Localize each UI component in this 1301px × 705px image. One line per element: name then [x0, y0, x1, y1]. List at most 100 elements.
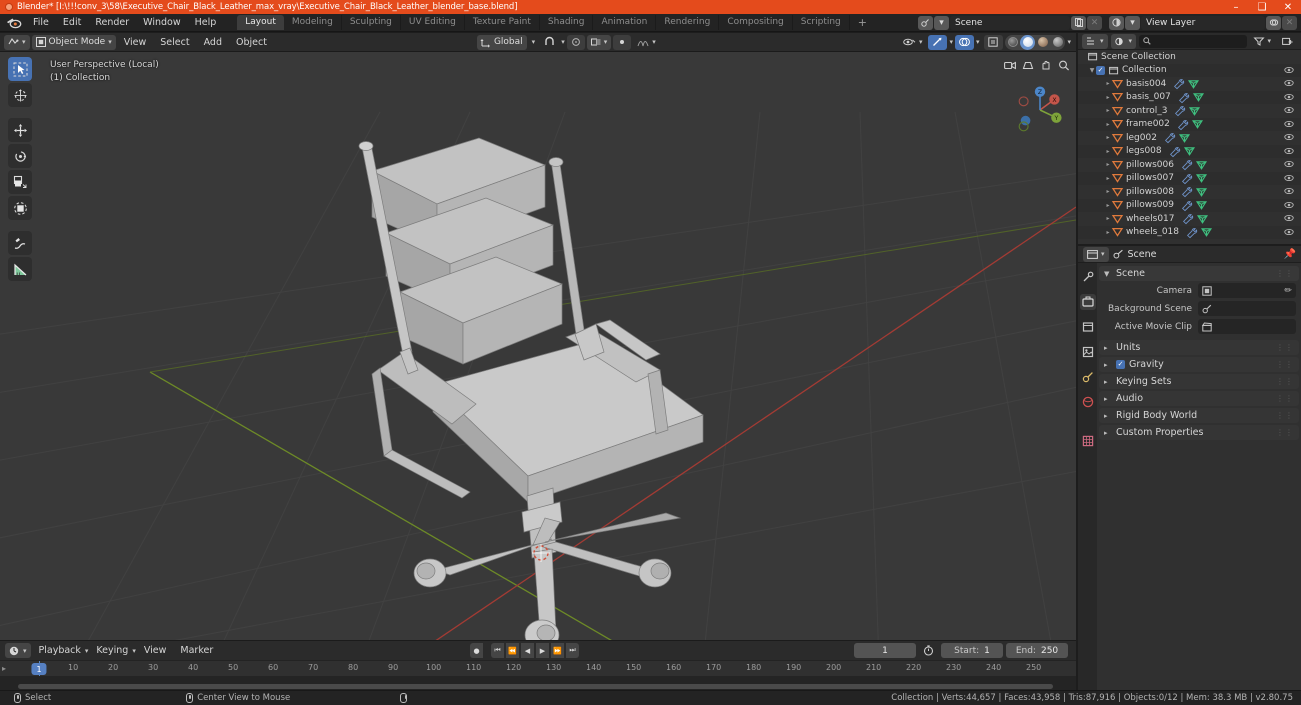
shading-wireframe-button[interactable]	[1005, 35, 1020, 50]
outliner-object-row[interactable]: ▸ leg002	[1078, 131, 1301, 145]
new-scene-button[interactable]	[1071, 15, 1086, 30]
eyedropper-icon[interactable]: ✏	[1284, 286, 1292, 296]
toggle-camera-view-icon[interactable]	[1003, 59, 1016, 72]
tab-uv-editing[interactable]: UV Editing	[401, 15, 465, 30]
panel-drag-grip[interactable]: ⋮⋮	[1276, 269, 1294, 278]
object-visibility-eye-icon[interactable]	[1284, 79, 1294, 87]
tab-animation[interactable]: Animation	[593, 15, 657, 30]
menu-render[interactable]: Render	[88, 15, 136, 31]
play-reverse-button[interactable]: ◀	[521, 643, 534, 658]
close-button[interactable]: ✕	[1275, 0, 1301, 14]
tab-rendering[interactable]: Rendering	[656, 15, 720, 30]
snap-target-button[interactable]	[566, 34, 585, 50]
jump-to-start-button[interactable]: ⏮	[491, 643, 504, 658]
active-movie-clip-field[interactable]	[1198, 319, 1296, 334]
outliner-object-row[interactable]: ▸ pillows009	[1078, 198, 1301, 212]
panel-rigid-body-world-disclosure-icon[interactable]: ▸	[1104, 412, 1112, 420]
tab-compositing[interactable]: Compositing	[719, 15, 793, 30]
panel-drag-grip[interactable]: ⋮⋮	[1276, 394, 1294, 403]
shading-solid-button[interactable]	[1020, 34, 1036, 50]
tool-measure[interactable]	[8, 257, 32, 281]
panel-units-disclosure-icon[interactable]: ▸	[1104, 344, 1112, 352]
object-visibility-eye-icon[interactable]	[1284, 187, 1294, 195]
new-view-layer-button[interactable]	[1266, 15, 1281, 30]
outliner-object-row[interactable]: ▸ legs008	[1078, 144, 1301, 158]
background-scene-field[interactable]	[1198, 301, 1296, 316]
zoom-view-icon[interactable]	[1057, 59, 1070, 72]
object-visibility-eye-icon[interactable]	[1284, 147, 1294, 155]
move-view-hand-icon[interactable]	[1039, 59, 1052, 72]
timeline-body[interactable]	[0, 676, 1076, 690]
collection-visibility-eye-icon[interactable]	[1284, 66, 1294, 74]
camera-field[interactable]: ✏	[1198, 283, 1296, 298]
tool-move[interactable]	[8, 118, 32, 142]
panel-gravity[interactable]: ▸ ✓ Gravity ⋮⋮	[1099, 357, 1299, 372]
timeline-menu-view[interactable]: View	[138, 645, 173, 656]
outliner-filter-icon[interactable]: ▾	[1250, 34, 1275, 49]
object-visibility-eye-icon[interactable]	[1284, 133, 1294, 141]
tab-scene[interactable]	[1080, 369, 1096, 385]
outliner-collection-row[interactable]: ▼ ✓ Collection	[1078, 63, 1301, 77]
tab-shading[interactable]: Shading	[540, 15, 594, 30]
outliner-object-row[interactable]: ▸ pillows007	[1078, 171, 1301, 185]
tab-view-layer[interactable]	[1080, 344, 1096, 360]
maximize-button[interactable]: ❑	[1249, 0, 1275, 14]
visibility-filter-icon[interactable]: ▾	[899, 35, 927, 50]
tool-annotate[interactable]	[8, 231, 32, 255]
proportional-falloff-icon[interactable]: ▾	[633, 35, 660, 50]
viewport-menu-view[interactable]: View	[118, 37, 153, 48]
play-button[interactable]: ▶	[536, 643, 549, 658]
tool-rotate[interactable]	[8, 144, 32, 168]
outliner-object-row[interactable]: ▸ control_3	[1078, 104, 1301, 118]
tab-world[interactable]	[1080, 394, 1096, 410]
viewport-menu-add[interactable]: Add	[198, 37, 228, 48]
viewport-menu-select[interactable]: Select	[154, 37, 195, 48]
panel-rigid-body-world[interactable]: ▸ Rigid Body World ⋮⋮	[1099, 408, 1299, 423]
panel-gravity-disclosure-icon[interactable]: ▸	[1104, 361, 1112, 369]
object-disclosure-icon[interactable]: ▸	[1104, 202, 1112, 209]
tool-select-box[interactable]	[8, 57, 32, 81]
tab-render[interactable]	[1079, 294, 1096, 310]
toggle-perspective-icon[interactable]	[1021, 59, 1034, 72]
playhead-frame-badge[interactable]: 1	[31, 663, 47, 675]
object-disclosure-icon[interactable]: ▸	[1104, 229, 1112, 236]
xray-toggle[interactable]	[984, 34, 1004, 50]
outliner-editor-type-button[interactable]: ▾	[1082, 33, 1108, 49]
outliner-object-row[interactable]: ▸ frame002	[1078, 117, 1301, 131]
tab-texture[interactable]	[1080, 433, 1096, 449]
object-visibility-eye-icon[interactable]	[1284, 201, 1294, 209]
object-disclosure-icon[interactable]: ▸	[1104, 94, 1112, 101]
tab-texture-paint[interactable]: Texture Paint	[465, 15, 540, 30]
collection-disclosure-triangle-icon[interactable]: ▼	[1088, 67, 1096, 74]
tool-transform[interactable]	[8, 196, 32, 220]
panel-audio[interactable]: ▸ Audio ⋮⋮	[1099, 391, 1299, 406]
panel-units[interactable]: ▸ Units ⋮⋮	[1099, 340, 1299, 355]
previous-keyframe-button[interactable]: ⏪	[506, 643, 519, 658]
record-keyframes-button[interactable]: ●	[470, 643, 483, 658]
view-layer-icon[interactable]	[1109, 15, 1124, 30]
object-disclosure-icon[interactable]: ▸	[1104, 121, 1112, 128]
outliner-object-row[interactable]: ▸ wheels_018	[1078, 225, 1301, 239]
panel-custom-properties-disclosure-icon[interactable]: ▸	[1104, 429, 1112, 437]
panel-keying-sets[interactable]: ▸ Keying Sets ⋮⋮	[1099, 374, 1299, 389]
tab-layout[interactable]: Layout	[237, 15, 284, 30]
timeline-menu-keying[interactable]: Keying	[90, 645, 134, 656]
scene-name-field[interactable]: Scene	[950, 15, 1070, 30]
object-disclosure-icon[interactable]: ▸	[1104, 148, 1112, 155]
panel-scene-disclosure-icon[interactable]: ▼	[1104, 270, 1112, 278]
outliner-scene-collection-row[interactable]: Scene Collection	[1078, 50, 1301, 64]
object-visibility-eye-icon[interactable]	[1284, 106, 1294, 114]
timeline-ruler[interactable]: ▸ 10 20 30 40 50 60 70 80 90 100 110 120…	[0, 660, 1076, 691]
view-axis-gizmo[interactable]: X Y Z	[1014, 84, 1066, 136]
object-disclosure-icon[interactable]: ▸	[1104, 175, 1112, 182]
object-disclosure-icon[interactable]: ▸	[1104, 188, 1112, 195]
frame-end-field[interactable]: End: 250	[1006, 643, 1068, 658]
panel-drag-grip[interactable]: ⋮⋮	[1276, 411, 1294, 420]
object-visibility-eye-icon[interactable]	[1284, 214, 1294, 222]
3d-viewport[interactable]: User Perspective (Local) (1) Collection	[0, 52, 1076, 640]
transform-orientation-dropdown[interactable]: Global	[476, 34, 527, 50]
scene-browse-chevron-icon[interactable]: ▾	[934, 15, 949, 30]
object-disclosure-icon[interactable]: ▸	[1104, 161, 1112, 168]
panel-drag-grip[interactable]: ⋮⋮	[1276, 377, 1294, 386]
outliner-object-row[interactable]: ▸ basis004	[1078, 77, 1301, 91]
